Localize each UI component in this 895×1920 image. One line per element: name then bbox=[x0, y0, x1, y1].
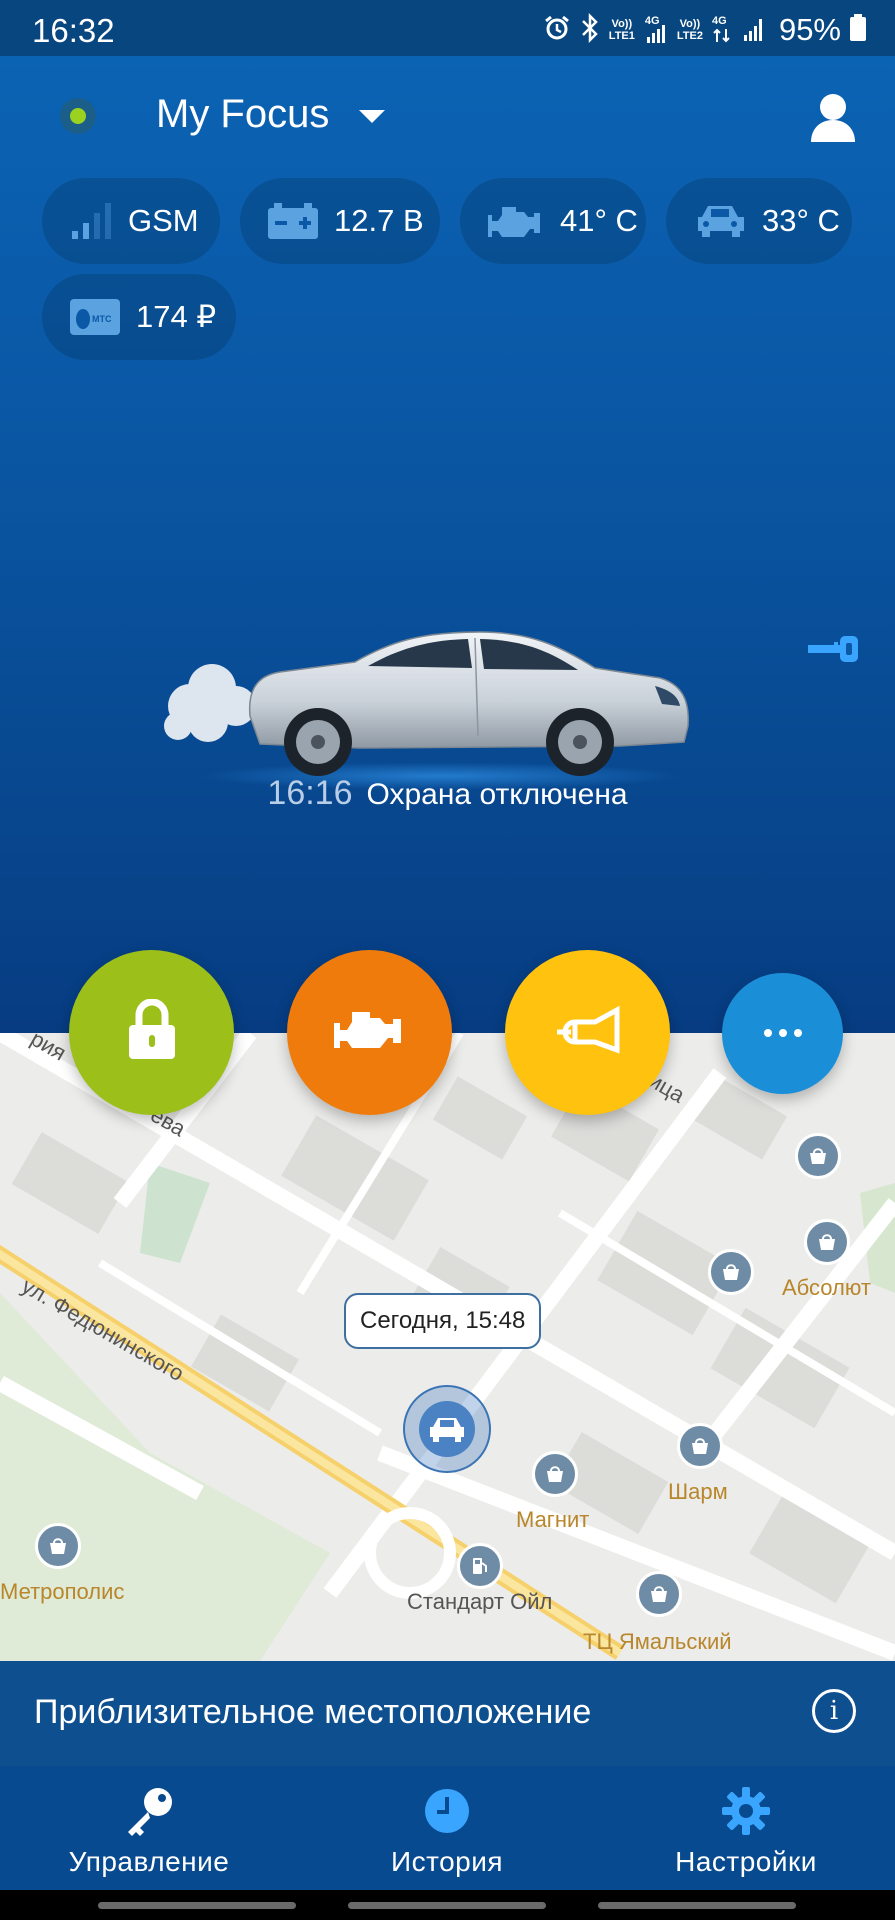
sim2-label: Vo)) LTE2 bbox=[676, 18, 703, 42]
status-icons: Vo)) LTE1 4G Vo)) LTE2 4G 95% bbox=[543, 10, 867, 50]
engine-temp-value: 41° C bbox=[560, 203, 638, 238]
shop-marker[interactable] bbox=[35, 1523, 81, 1569]
gear-icon bbox=[721, 1784, 771, 1838]
signal-icon: 4G bbox=[643, 15, 669, 45]
nav-label: Управление bbox=[68, 1846, 230, 1877]
shop-marker[interactable] bbox=[708, 1249, 754, 1295]
bottom-nav: Управление История Настройки bbox=[0, 1766, 895, 1890]
shop-marker[interactable] bbox=[532, 1451, 578, 1497]
gesture-handle[interactable] bbox=[348, 1902, 546, 1909]
status-time: 16:32 bbox=[32, 12, 115, 49]
car-selector[interactable]: My Focus bbox=[156, 92, 386, 137]
status-bar: 16:32 Vo)) LTE1 4G Vo)) LTE2 4G 95% bbox=[0, 0, 895, 56]
poi-label: Абсолют bbox=[782, 1275, 871, 1300]
svg-text:МТС: МТС bbox=[92, 314, 112, 324]
info-icon[interactable]: i bbox=[812, 1689, 856, 1733]
balance-value: 174 ₽ bbox=[136, 299, 217, 334]
gesture-handle[interactable] bbox=[598, 1902, 796, 1909]
shop-marker[interactable] bbox=[804, 1219, 850, 1265]
battery-voltage-value: 12.7 В bbox=[334, 203, 424, 238]
shop-marker[interactable] bbox=[677, 1423, 723, 1469]
more-button[interactable] bbox=[722, 973, 843, 1094]
nav-item-history[interactable]: История bbox=[298, 1766, 596, 1890]
approx-location-text: Приблизительное местоположение bbox=[34, 1693, 592, 1731]
more-icon bbox=[763, 1025, 803, 1043]
car-icon bbox=[694, 203, 746, 239]
car-battery-icon bbox=[268, 203, 318, 239]
data-arrows-icon: 4G bbox=[711, 15, 733, 45]
sim1-label: Vo)) LTE1 bbox=[608, 18, 635, 42]
nav-item-control[interactable]: Управление bbox=[0, 1766, 298, 1890]
engine-icon bbox=[488, 203, 544, 239]
poi-label: Стандарт Ойл bbox=[407, 1589, 553, 1614]
alarm-icon bbox=[543, 14, 571, 47]
mts-logo-icon: МТС bbox=[70, 299, 120, 335]
car-name: My Focus bbox=[156, 92, 330, 136]
horn-icon bbox=[555, 1005, 621, 1059]
car-illustration bbox=[150, 576, 710, 796]
poi-label: Метрополис bbox=[0, 1579, 125, 1604]
fuel-marker[interactable] bbox=[457, 1543, 503, 1589]
key-icon bbox=[806, 634, 860, 669]
engine-start-button[interactable] bbox=[287, 950, 452, 1115]
app-screen: 16:32 Vo)) LTE1 4G Vo)) LTE2 4G 95% My F… bbox=[0, 0, 895, 1920]
car-marker-icon bbox=[419, 1401, 475, 1457]
status-time: 16:16 bbox=[267, 774, 353, 812]
wheel bbox=[546, 708, 614, 776]
engine-icon bbox=[333, 1008, 406, 1057]
clock-icon bbox=[423, 1784, 471, 1838]
balance-chip[interactable]: МТС 174 ₽ bbox=[42, 274, 236, 360]
cabin-temp-value: 33° C bbox=[762, 203, 840, 238]
wheel bbox=[284, 708, 352, 776]
shop-marker[interactable] bbox=[636, 1571, 682, 1617]
signal-strength-icon bbox=[70, 201, 112, 241]
lock-icon bbox=[127, 998, 177, 1066]
lock-button[interactable] bbox=[69, 950, 234, 1115]
signal-icon bbox=[741, 13, 767, 48]
last-position-callout[interactable]: Сегодня, 15:48 bbox=[344, 1293, 542, 1349]
gsm-label: GSM bbox=[128, 203, 199, 238]
profile-icon[interactable] bbox=[808, 92, 858, 144]
battery-percent: 95% bbox=[778, 12, 841, 47]
engine-temp-chip[interactable]: 41° C bbox=[460, 178, 646, 264]
cabin-temp-chip[interactable]: 33° C bbox=[666, 178, 852, 264]
map-view[interactable]: ул. Федюнинского ица ева рия Абсолют Шар… bbox=[0, 1033, 895, 1661]
connection-status-dot bbox=[60, 98, 96, 134]
poi-label: Магнит bbox=[516, 1507, 590, 1532]
exhaust-smoke bbox=[164, 664, 256, 742]
nav-item-settings[interactable]: Настройки bbox=[597, 1766, 895, 1890]
gesture-handle[interactable] bbox=[98, 1902, 296, 1909]
car-location-marker[interactable] bbox=[403, 1385, 491, 1473]
nav-label: История bbox=[390, 1846, 504, 1877]
chevron-down-icon bbox=[359, 110, 386, 123]
nav-label: Настройки bbox=[675, 1846, 817, 1877]
horn-button[interactable] bbox=[505, 950, 670, 1115]
status-text: Охрана отключена bbox=[366, 778, 628, 811]
security-status: 16:16 Охрана отключена bbox=[0, 774, 895, 813]
poi-label: Шарм bbox=[668, 1479, 728, 1504]
car-panel: My Focus GSM 12.7 В 41° C 33° C МТС 174 … bbox=[0, 56, 895, 1033]
location-info-bar: Приблизительное местоположение i bbox=[0, 1661, 895, 1766]
bluetooth-icon bbox=[579, 12, 601, 48]
key-icon bbox=[122, 1784, 176, 1838]
battery-icon bbox=[849, 13, 867, 48]
system-gesture-bar bbox=[0, 1890, 895, 1920]
battery-voltage-chip[interactable]: 12.7 В bbox=[240, 178, 440, 264]
shop-marker[interactable] bbox=[795, 1133, 841, 1179]
poi-label: ТЦ Ямальский bbox=[583, 1629, 732, 1654]
gsm-chip[interactable]: GSM bbox=[42, 178, 220, 264]
